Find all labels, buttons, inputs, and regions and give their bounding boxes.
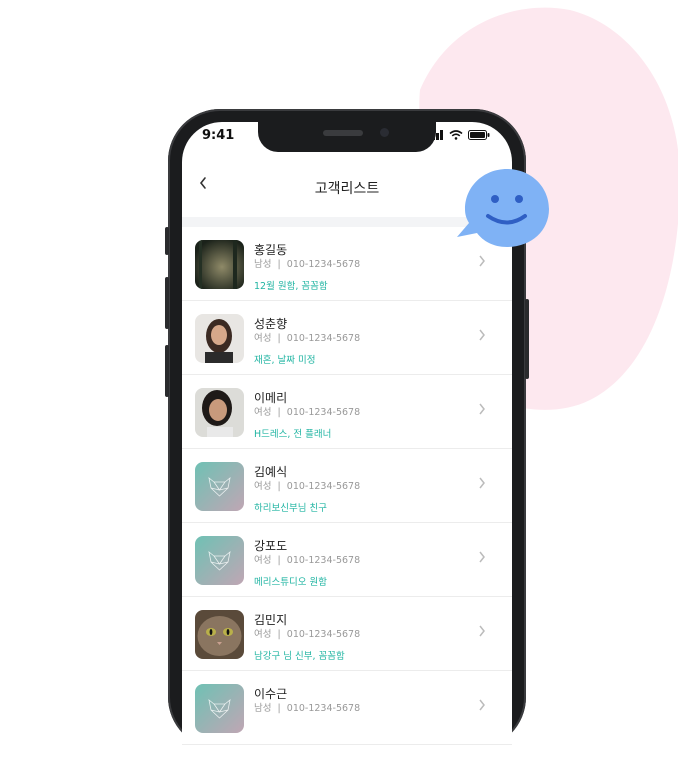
list-item[interactable]: 김예식 여성 | 010-1234-5678 하리보신부님 친구: [182, 449, 512, 523]
customer-meta: 여성 | 010-1234-5678: [254, 481, 361, 492]
notch: [258, 122, 436, 152]
status-icons: [428, 130, 490, 140]
avatar: [195, 240, 244, 289]
avatar: [195, 462, 244, 511]
battery-icon: [468, 130, 490, 140]
wifi-icon: [449, 130, 463, 140]
chevron-right-icon: [479, 329, 485, 341]
customer-meta: 여성 | 010-1234-5678: [254, 555, 361, 566]
avatar: [195, 314, 244, 363]
customer-meta: 남성 | 010-1234-5678: [254, 703, 361, 714]
customer-meta: 여성 | 010-1234-5678: [254, 333, 361, 344]
avatar: [195, 388, 244, 437]
customer-note: 12월 원함, 꼼꼼함: [254, 281, 328, 292]
chevron-right-icon: [479, 551, 485, 563]
chevron-right-icon: [479, 477, 485, 489]
customer-meta: 여성 | 010-1234-5678: [254, 407, 361, 418]
customer-note: 메리스튜디오 원함: [254, 577, 327, 588]
chevron-right-icon: [479, 403, 485, 415]
avatar: [195, 684, 244, 733]
customer-note: 재혼, 날짜 미정: [254, 355, 316, 366]
avatar: [195, 536, 244, 585]
customer-note: 남강구 님 신부, 꼼꼼함: [254, 651, 345, 662]
list-item[interactable]: 강포도 여성 | 010-1234-5678 메리스튜디오 원함: [182, 523, 512, 597]
customer-note: H드레스, 전 플래너: [254, 429, 332, 440]
list-item[interactable]: 김민지 여성 | 010-1234-5678 남강구 님 신부, 꼼꼼함: [182, 597, 512, 671]
avatar: [195, 610, 244, 659]
customer-list: 홍길동 남성 | 010-1234-5678 12월 원함, 꼼꼼함 성춘향 여…: [182, 227, 512, 745]
smiley-chat-bubble-icon: [457, 169, 549, 247]
list-item[interactable]: 성춘향 여성 | 010-1234-5678 재혼, 날짜 미정: [182, 301, 512, 375]
customer-meta: 여성 | 010-1234-5678: [254, 629, 361, 640]
chevron-right-icon: [479, 255, 485, 267]
chevron-right-icon: [479, 625, 485, 637]
list-item[interactable]: 이메리 여성 | 010-1234-5678 H드레스, 전 플래너: [182, 375, 512, 449]
status-time: 9:41: [202, 128, 235, 143]
customer-meta: 남성 | 010-1234-5678: [254, 259, 361, 270]
customer-note: 하리보신부님 친구: [254, 503, 327, 514]
list-item[interactable]: 이수근 남성 | 010-1234-5678: [182, 671, 512, 745]
